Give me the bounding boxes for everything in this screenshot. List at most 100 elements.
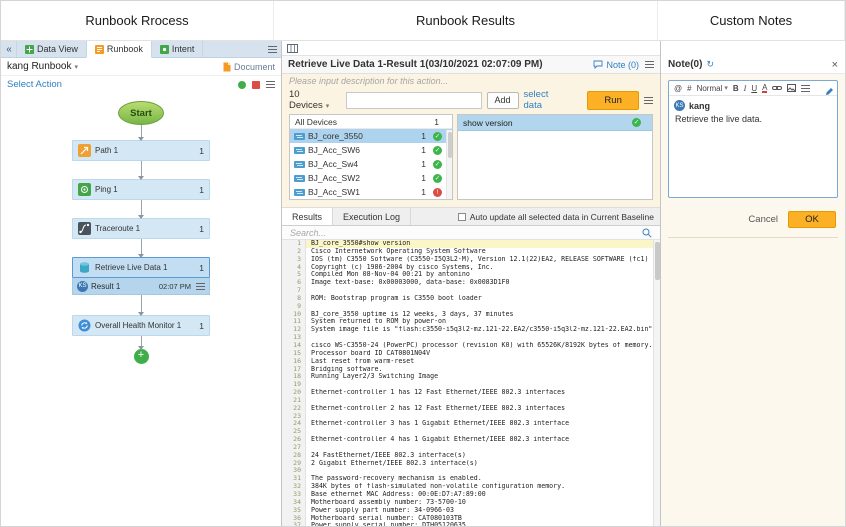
select-data-link[interactable]: select data — [524, 89, 568, 111]
device-row[interactable]: BJ_Acc_SW6 1 ✓ — [290, 143, 452, 157]
code-line: 35Power supply part number: 34-0966-03 — [282, 507, 660, 515]
flow-node-path[interactable]: Path 1 1 — [72, 140, 210, 161]
code-line: 24Ethernet-controller 3 has 1 Gigabit Et… — [282, 420, 660, 428]
flow-start-node[interactable]: Start — [118, 101, 164, 125]
flow-node-overall-health-monitor[interactable]: Overall Health Monitor 1 1 — [72, 315, 210, 336]
node-count: 1 — [199, 321, 204, 331]
device-row[interactable]: BJ_Acc_SW1 1 ! — [290, 185, 452, 199]
device-count-dropdown[interactable]: 10 Devices▾ — [289, 89, 341, 111]
runbook-selector-row: kang Runbook ▾ Document — [1, 58, 281, 76]
text-color-button[interactable]: A — [762, 84, 767, 93]
add-device-input[interactable] — [346, 92, 482, 109]
layout-icon[interactable] — [287, 44, 298, 53]
flow-node-traceroute[interactable]: Traceroute 1 1 — [72, 218, 210, 239]
section-title-custom-notes: Custom Notes — [658, 1, 845, 40]
tab-runbook[interactable]: Runbook — [86, 41, 152, 58]
device-list: All Devices 1 BJ_core_3550 1 ✓ BJ_Acc_SW… — [289, 114, 453, 200]
runbook-results-panel: Retrieve Live Data 1-Result 1(03/10/2021… — [282, 41, 660, 526]
node-label: Retrieve Live Data 1 — [95, 263, 195, 272]
stop-icon[interactable] — [252, 81, 260, 89]
note-bubble-icon — [593, 60, 603, 69]
tab-results[interactable]: Results — [282, 208, 333, 225]
flow-connector — [141, 295, 142, 315]
ok-button[interactable]: OK — [788, 211, 836, 228]
add-button[interactable]: Add — [487, 92, 519, 109]
flow-menu-icon[interactable] — [266, 81, 275, 88]
intent-icon — [160, 45, 169, 54]
search-icon[interactable] — [642, 228, 652, 238]
data-list: show version ✓ — [457, 114, 653, 200]
edit-pencil-icon[interactable] — [825, 83, 834, 101]
mention-button[interactable]: @ — [674, 84, 682, 93]
run-all-icon[interactable] — [238, 81, 246, 89]
code-line: 30 — [282, 467, 660, 475]
section-title-runbook-results: Runbook Results — [274, 1, 658, 40]
left-tab-bar: « Data View Runbook Intent — [1, 41, 281, 58]
close-icon[interactable]: × — [832, 59, 838, 71]
document-button[interactable]: Document — [223, 62, 275, 72]
author-name: kang — [689, 101, 710, 111]
retrieve-data-icon — [78, 261, 91, 274]
result-menu-icon[interactable] — [196, 283, 205, 290]
device-count: 1 — [421, 145, 426, 155]
editor-toolbar: @ # Normal▾ B I U A — [669, 81, 837, 96]
hashtag-button[interactable]: # — [687, 84, 691, 93]
italic-button[interactable]: I — [744, 84, 747, 93]
refresh-icon[interactable]: ↻ — [706, 59, 714, 70]
node-count: 1 — [199, 146, 204, 156]
code-line: 2Cisco Internetwork Operating System Sof… — [282, 248, 660, 256]
device-row[interactable]: BJ_Acc_Sw4 1 ✓ — [290, 157, 452, 171]
tab-data-view[interactable]: Data View — [16, 41, 87, 57]
device-icon — [294, 175, 305, 182]
status-success-icon: ✓ — [433, 146, 442, 155]
result-label: Result 1 — [91, 282, 156, 291]
code-line: 22Ethernet-controller 2 has 12 Fast Ethe… — [282, 405, 660, 413]
note-editor[interactable]: @ # Normal▾ B I U A — [668, 80, 838, 198]
data-row-show-version[interactable]: show version ✓ — [458, 115, 652, 131]
tab-execution-log[interactable]: Execution Log — [333, 208, 411, 225]
select-action-link[interactable]: Select Action — [7, 79, 62, 90]
flow-result-row[interactable]: KS Result 1 02:07 PM — [72, 278, 210, 295]
list-icon[interactable] — [801, 85, 810, 92]
output-scrollbar[interactable] — [653, 240, 660, 526]
chevron-down-icon[interactable]: ▾ — [75, 63, 79, 71]
action-row: Select Action — [1, 76, 281, 93]
run-button[interactable]: Run — [587, 91, 639, 110]
device-list-count: 1 — [434, 117, 439, 127]
code-line: 9 — [282, 303, 660, 311]
device-list-scrollbar[interactable] — [446, 130, 452, 199]
code-line: 10BJ_core_3550 uptime is 12 weeks, 3 day… — [282, 311, 660, 319]
add-action-button[interactable]: + — [134, 349, 149, 364]
device-count: 1 — [421, 173, 426, 183]
config-menu-icon[interactable] — [644, 97, 653, 104]
auto-update-checkbox[interactable] — [458, 213, 466, 221]
device-name: BJ_Acc_Sw4 — [308, 159, 418, 169]
note-link[interactable]: Note (0) — [593, 60, 639, 70]
tab-intent[interactable]: Intent — [151, 41, 204, 57]
note-text[interactable]: Retrieve the live data. — [669, 113, 837, 125]
flow-node-ping[interactable]: Ping 1 1 — [72, 179, 210, 200]
device-row[interactable]: BJ_core_3550 1 ✓ — [290, 129, 452, 143]
search-input[interactable] — [290, 228, 642, 238]
collapse-tabs-icon[interactable]: « — [1, 41, 17, 57]
underline-button[interactable]: U — [751, 84, 757, 93]
tab-label: Intent — [172, 44, 195, 54]
notes-divider — [668, 237, 838, 238]
auto-update-row[interactable]: Auto update all selected data in Current… — [458, 208, 660, 225]
flow-node-retrieve-live-data[interactable]: Retrieve Live Data 1 1 — [72, 257, 210, 278]
auto-update-label: Auto update all selected data in Current… — [470, 212, 654, 222]
paragraph-style-select[interactable]: Normal▾ — [697, 84, 728, 93]
device-row[interactable]: BJ_Acc_SW2 1 ✓ — [290, 171, 452, 185]
link-icon[interactable] — [772, 85, 782, 91]
code-line: 8ROM: Bootstrap program is C3550 boot lo… — [282, 295, 660, 303]
result-header-menu-icon[interactable] — [645, 61, 654, 68]
tab-bar-menu-icon[interactable] — [263, 41, 281, 57]
description-input[interactable]: Please input description for this action… — [282, 74, 660, 88]
bold-button[interactable]: B — [733, 84, 739, 93]
note-author-row: KS kang — [669, 96, 837, 113]
runbook-name-dropdown[interactable]: kang Runbook — [7, 61, 72, 72]
device-icon — [294, 161, 305, 168]
notes-body: @ # Normal▾ B I U A — [661, 74, 845, 526]
image-icon[interactable] — [787, 84, 796, 92]
cancel-button[interactable]: Cancel — [748, 214, 778, 225]
